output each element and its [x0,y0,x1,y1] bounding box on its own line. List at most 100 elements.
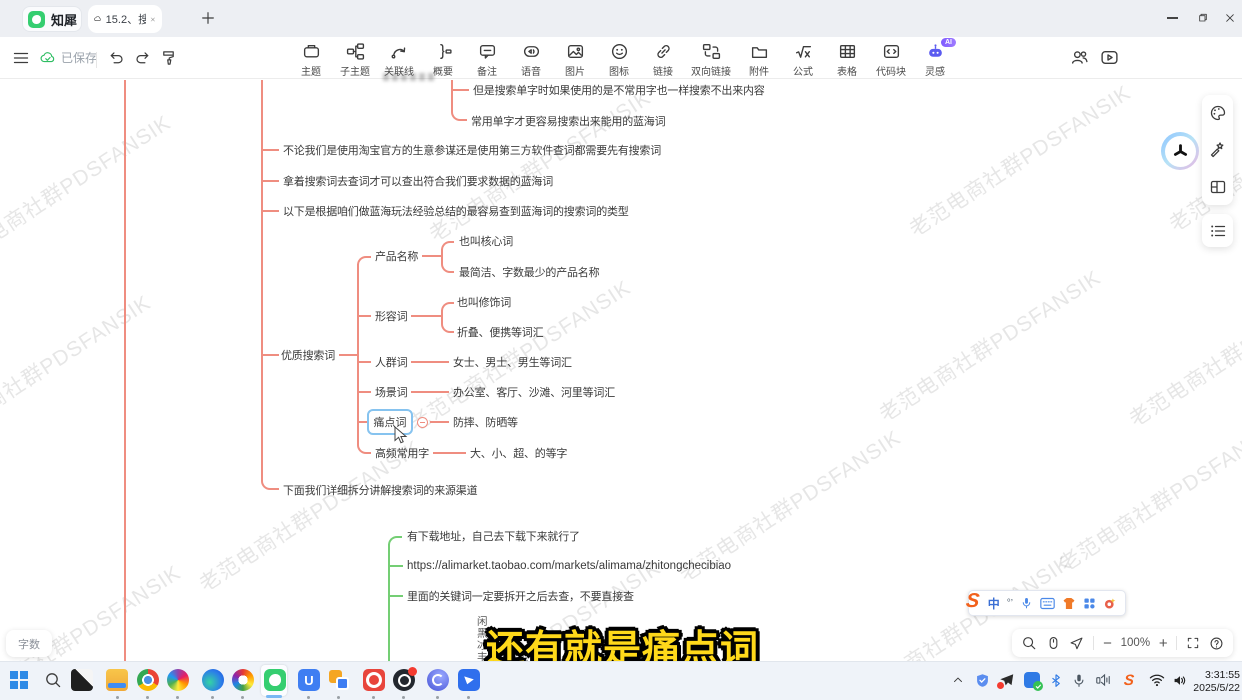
ai-assistant-button[interactable] [1161,132,1199,170]
ime-mic-icon[interactable] [1020,596,1033,610]
taskbar-file-explorer[interactable] [105,668,129,692]
taskbar-clock[interactable]: 3:31:55 2025/5/22 [1190,669,1240,695]
node-text[interactable]: 也叫修饰词 [457,294,511,310]
outline-list-icon[interactable] [1209,222,1227,240]
start-button[interactable] [7,668,31,692]
tray-wifi-icon[interactable] [1147,670,1167,690]
ime-keyboard-icon[interactable] [1040,597,1055,610]
tool-note[interactable]: 备注 [465,42,509,78]
node-text[interactable]: 有下载地址，自己去下载下来就行了 [407,528,580,544]
node-text[interactable]: 高频常用字 [375,445,429,461]
layout-structure-icon[interactable] [1209,178,1227,196]
search-icon[interactable] [1021,635,1037,651]
taskbar-search-icon[interactable] [41,668,65,692]
ime-punctuation-toggle[interactable]: °’ [1007,598,1013,609]
beautify-wand-icon[interactable] [1209,141,1227,159]
zoom-in-button[interactable]: + [1159,635,1168,652]
node-text[interactable]: 拿着搜索词去查词才可以查出符合我们要求数据的蓝海词 [283,173,553,189]
tray-sync-check-icon[interactable] [1022,670,1042,690]
window-close-button[interactable] [1215,4,1242,32]
tool-attachment[interactable]: 附件 [737,42,781,78]
tool-link[interactable]: 链接 [641,42,685,78]
taskbar-browser-ball[interactable] [231,668,255,692]
window-minimize-button[interactable] [1157,4,1187,32]
node-text[interactable]: 人群词 [375,354,407,370]
node-text[interactable]: 里面的关键词一定要拆开之后去查，不要直接查 [407,588,634,604]
node-text[interactable]: 场景词 [375,384,407,400]
taskbar-app-squares[interactable] [327,668,351,692]
node-text[interactable]: 优质搜索词 [281,347,335,363]
tray-sogou-icon[interactable]: S [1119,670,1139,690]
tool-table[interactable]: 表格 [825,42,869,78]
tutorial-video-button[interactable] [1098,48,1120,67]
tool-code-block[interactable]: 代码块 [869,42,913,78]
node-text[interactable]: 产品名称 [375,248,418,264]
laser-pointer-icon[interactable] [1069,636,1084,651]
taskbar-chrome[interactable] [136,668,160,692]
ime-toolbar[interactable]: S 中 °’ [968,590,1126,616]
help-icon[interactable] [1209,636,1224,651]
tool-icon[interactable]: 图标 [597,42,641,78]
new-tab-button[interactable] [200,10,218,28]
node-text[interactable]: 防摔、防晒等 [453,414,518,430]
tray-audio-device-icon[interactable] [1093,670,1113,690]
theme-palette-icon[interactable] [1209,104,1227,122]
tray-expand-chevron[interactable] [948,670,968,690]
ime-mode-toggle[interactable]: 中 [988,595,1000,612]
node-text[interactable]: 办公室、客厅、沙滩、河里等词汇 [453,384,615,400]
tool-image[interactable]: 图片 [553,42,597,78]
tool-formula[interactable]: 公式 [781,42,825,78]
node-text-url[interactable]: https://alimarket.taobao.com/markets/ali… [407,560,731,572]
taskbar-app-feishu[interactable] [457,668,481,692]
word-count-chip[interactable]: 字数 [6,630,52,657]
node-text[interactable]: 不论我们是使用淘宝官方的生意参谋还是使用第三方软件查词都需要先有搜索词 [283,142,661,158]
app-logo-chip[interactable]: 知犀 [22,6,82,32]
node-text[interactable]: 常用单字才更容易搜索出来能用的蓝海词 [471,113,665,129]
mindmap-canvas[interactable]: 老范电商社群PDSFANSIK 老范电商社群PDSFANSIK 老范电商社群PD… [0,80,1242,661]
tray-microphone-icon[interactable] [1069,670,1089,690]
running-indicator [372,696,375,699]
tool-subtopic[interactable]: 子主题 [333,42,377,78]
taskbar-zhixi-active[interactable] [263,668,287,692]
node-text[interactable]: 女士、男士、男生等词汇 [453,354,572,370]
node-text[interactable]: 最简洁、字数最少的产品名称 [459,264,599,280]
collaboration-button[interactable] [1068,48,1090,67]
undo-button[interactable] [106,49,126,66]
node-text[interactable]: 大、小、超、的等字 [470,445,567,461]
main-menu-button[interactable] [10,48,32,68]
tool-voice[interactable]: 语音 [509,42,553,78]
taskbar-app-record[interactable] [362,668,386,692]
tray-volume-icon[interactable] [1170,670,1190,690]
zoom-out-button[interactable]: − [1103,635,1112,652]
node-text[interactable]: 也叫核心词 [459,233,513,249]
tray-shield-icon[interactable] [972,670,992,690]
node-text[interactable]: 但是搜索单字时如果使用的是不常用字也一样搜索不出来内容 [473,82,765,98]
taskbar-app-photos[interactable] [70,668,94,692]
taskbar-edge[interactable] [201,668,225,692]
tool-inspiration[interactable]: AI 灵感 [913,42,957,78]
redo-button[interactable] [132,49,152,66]
sogou-logo-icon[interactable]: S [965,590,981,613]
ime-skin-icon[interactable] [1062,597,1076,610]
fullscreen-icon[interactable] [1186,636,1200,650]
node-text[interactable]: 下面我们详细拆分讲解搜索词的来源渠道 [283,482,477,498]
ime-extra-icon[interactable] [1103,597,1117,610]
node-text[interactable]: 形容词 [375,308,407,324]
node-text[interactable]: 以下是根据咱们做蓝海玩法经验总结的最容易查到蓝海词的搜索词的类型 [283,203,629,219]
window-restore-button[interactable] [1187,4,1217,32]
tool-bidirectional-link[interactable]: 双向链接 [685,42,737,78]
taskbar-obs[interactable] [392,668,416,692]
ime-toolbox-icon[interactable] [1083,597,1096,610]
drag-mode-icon[interactable] [1046,635,1061,651]
tab-close-icon[interactable] [150,15,156,24]
document-tab[interactable]: 15.2、搜索... [88,5,162,33]
tray-bluetooth-icon[interactable] [1046,670,1066,690]
node-text[interactable]: 折叠、便携等词汇 [457,324,543,340]
taskbar-browser-swirl[interactable] [166,668,190,692]
format-painter-button[interactable] [158,49,178,66]
tool-theme[interactable]: 主题 [289,42,333,78]
collapse-handle[interactable] [417,417,428,428]
taskbar-app-u[interactable]: U [297,668,321,692]
taskbar-app-circle[interactable] [426,668,450,692]
tray-telegram-icon[interactable] [997,670,1017,690]
